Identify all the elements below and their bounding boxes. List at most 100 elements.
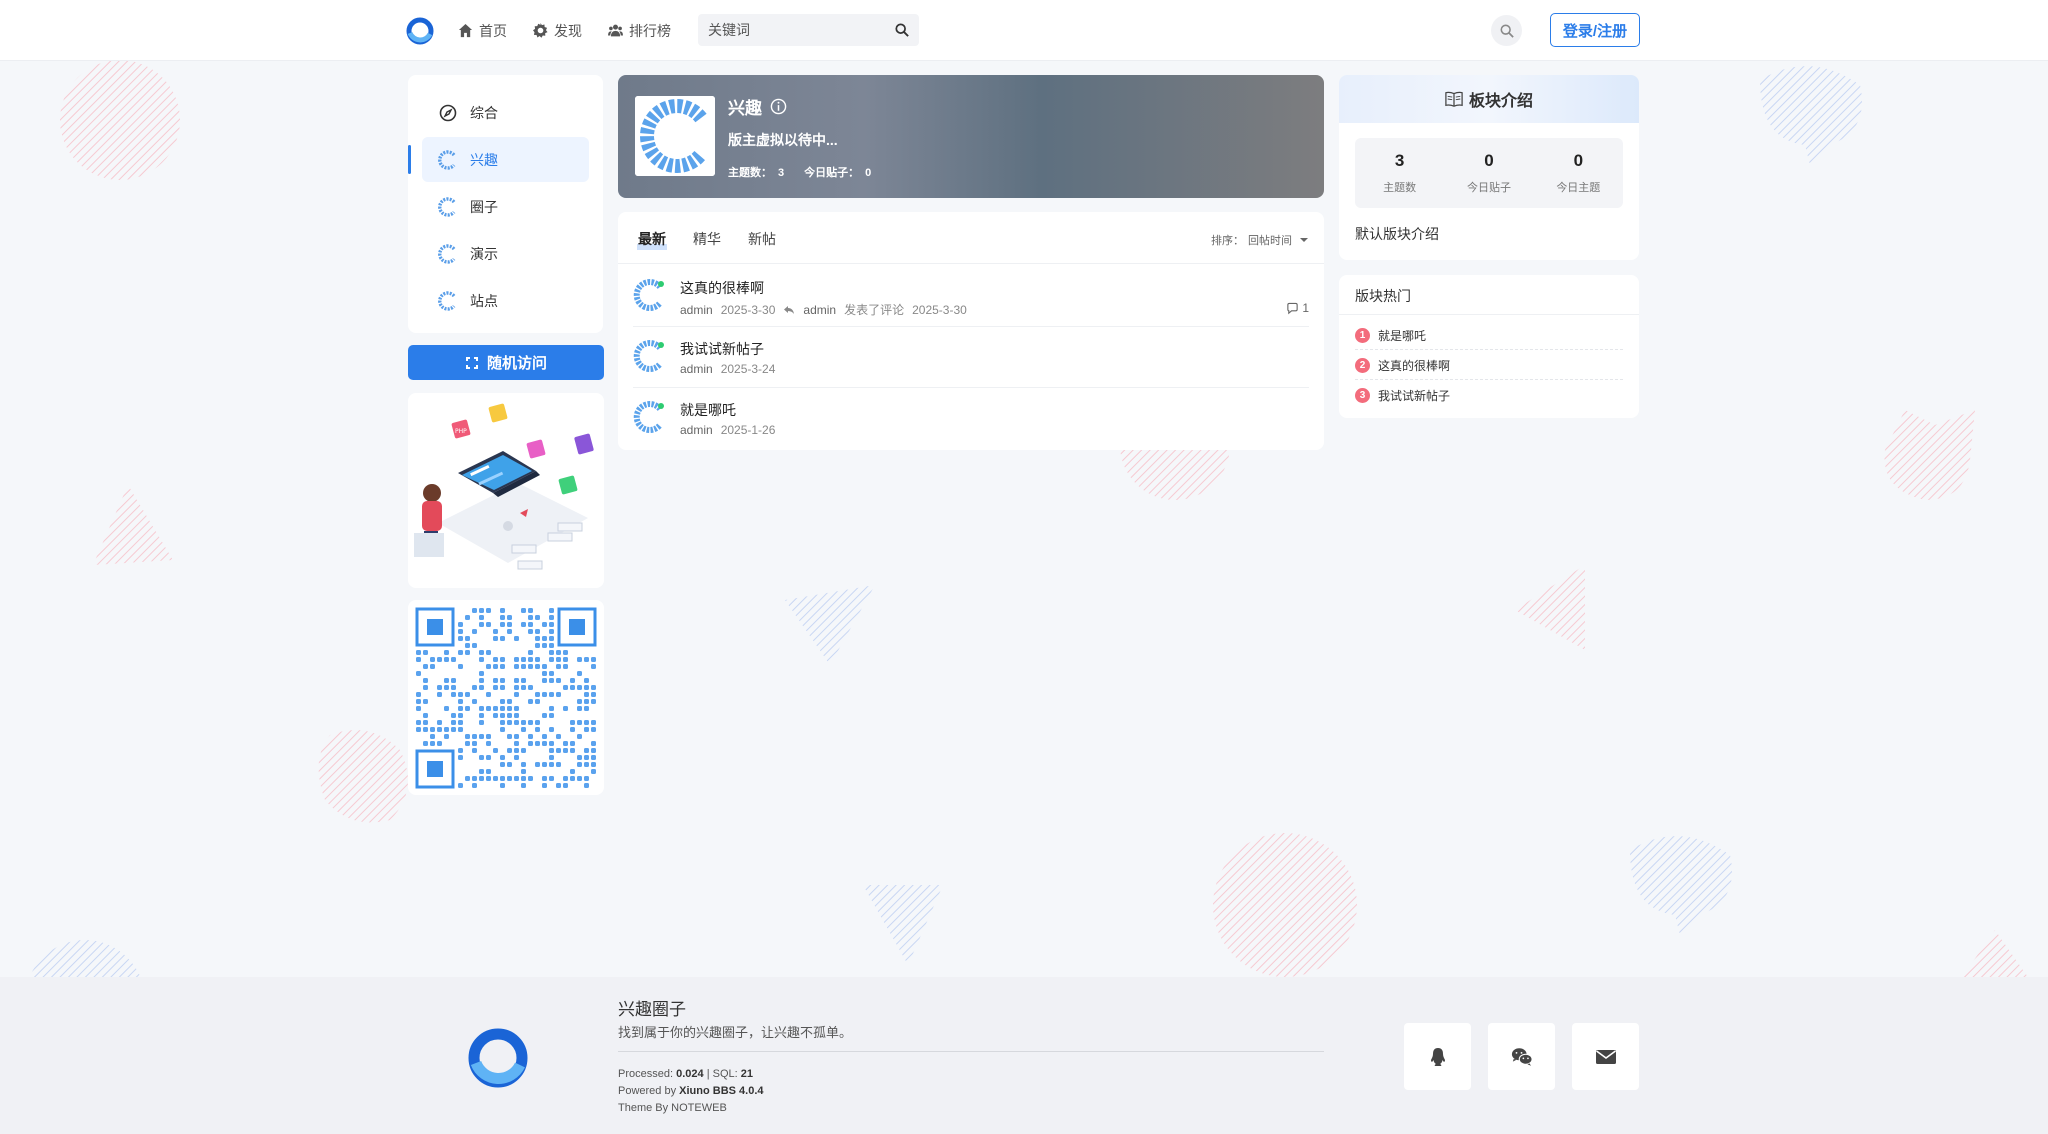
qr-module [528, 720, 533, 725]
compass-icon [439, 104, 457, 121]
qr-module [591, 769, 596, 774]
login-register-button[interactable]: 登录/注册 [1550, 13, 1640, 47]
info-icon[interactable] [770, 98, 787, 115]
stat-today-posts: 0 今日贴子 [1466, 151, 1511, 194]
tab-latest[interactable]: 最新 [637, 229, 667, 250]
qr-module [542, 762, 547, 767]
list-item[interactable]: 2 这真的很棒啊 [1355, 351, 1623, 380]
qr-module [507, 629, 512, 634]
qr-module [472, 783, 477, 788]
wechat-icon [1511, 1047, 1533, 1066]
table-row[interactable]: 就是哪吒 admin 2025-1-26 [633, 386, 1309, 446]
nav-discover[interactable]: 发现 [533, 21, 582, 41]
forum-intro-header: 板块介绍 [1339, 75, 1639, 123]
qr-module [591, 664, 596, 669]
qr-module [577, 755, 582, 760]
qr-module [444, 727, 449, 732]
qr-module [472, 629, 477, 634]
qr-module [570, 720, 575, 725]
qr-module [591, 685, 596, 690]
nav-ranking[interactable]: 排行榜 [608, 21, 671, 41]
deco-triangle-pink-3 [1960, 930, 2030, 980]
qr-module [563, 783, 568, 788]
hot-thread-title[interactable]: 这真的很棒啊 [1378, 357, 1450, 374]
list-item[interactable]: 3 我试试新帖子 [1355, 381, 1623, 410]
hot-thread-title[interactable]: 就是哪吒 [1378, 327, 1426, 344]
qr-module [535, 629, 540, 634]
sidebar-item-circle[interactable]: 圈子 [422, 184, 589, 229]
qq-penguin-icon [1430, 1047, 1445, 1066]
svg-text:PHP: PHP [455, 428, 467, 435]
qr-module [528, 622, 533, 627]
list-item[interactable]: 1 就是哪吒 [1355, 321, 1623, 350]
thread-title[interactable]: 这真的很棒啊 [680, 278, 764, 298]
deco-circle-pink [60, 60, 180, 180]
thread-author[interactable]: admin [680, 362, 713, 376]
table-row[interactable]: 我试试新帖子 admin 2025-3-24 [633, 325, 1309, 385]
sidebar-item-demo[interactable]: 演示 [422, 231, 589, 276]
qr-module [458, 706, 463, 711]
search-toggle-button[interactable] [1491, 15, 1522, 46]
sidebar-item-interest[interactable]: 兴趣 [408, 137, 589, 182]
sort-dropdown[interactable]: 排序： 回帖时间 [1211, 232, 1308, 248]
deco-blob-pink-2 [1884, 410, 1975, 500]
search-icon[interactable] [895, 23, 909, 37]
book-icon [1445, 91, 1463, 107]
qr-module [465, 776, 470, 781]
qr-module [591, 692, 596, 697]
site-logo-icon[interactable] [406, 17, 434, 45]
sidebar-item-all[interactable]: 综合 [422, 90, 589, 135]
search-input[interactable] [708, 14, 888, 46]
qr-module [549, 636, 554, 641]
deco-bubble-blue-2 [1630, 836, 1732, 935]
qr-module [591, 657, 596, 662]
nav-home[interactable]: 首页 [458, 21, 507, 41]
qr-module [507, 748, 512, 753]
reply-user[interactable]: admin [803, 303, 836, 317]
forum-logo-icon [438, 290, 456, 311]
footer: 兴趣圈子 找到属于你的兴趣圈子，让兴趣不孤单。 Processed: 0.024… [0, 977, 2048, 1134]
qr-module [556, 783, 561, 788]
qr-module [479, 622, 484, 627]
qr-module [577, 776, 582, 781]
table-row[interactable]: 这真的很棒啊 admin 2025-3-30 admin 发表了评论 2025-… [633, 264, 1309, 324]
qr-module [472, 643, 477, 648]
qr-module [479, 776, 484, 781]
thread-author[interactable]: admin [680, 423, 713, 437]
qr-module [542, 664, 547, 669]
avatar[interactable] [633, 278, 667, 312]
thread-author[interactable]: admin [680, 303, 713, 317]
qr-module [521, 720, 526, 725]
thread-title[interactable]: 就是哪吒 [680, 400, 736, 420]
random-visit-button[interactable]: 随机访问 [408, 345, 604, 380]
hot-threads-card: 版块热门 1 就是哪吒 2 这真的很棒啊 3 我试试新帖子 [1339, 275, 1639, 418]
qr-module [465, 706, 470, 711]
qr-module [458, 622, 463, 627]
qr-module [549, 741, 554, 746]
wechat-button[interactable] [1488, 1023, 1555, 1090]
sidebar-item-site[interactable]: 站点 [422, 278, 589, 323]
qr-module [423, 678, 428, 683]
qr-module [444, 706, 449, 711]
avatar[interactable] [633, 339, 667, 373]
thread-title[interactable]: 我试试新帖子 [680, 339, 764, 359]
reply-text: 发表了评论 [844, 303, 905, 317]
qr-module [577, 734, 582, 739]
hot-thread-title[interactable]: 我试试新帖子 [1378, 387, 1450, 404]
footer-theme[interactable]: Theme By NOTEWEB [618, 1100, 764, 1117]
tab-featured[interactable]: 精华 [693, 229, 721, 249]
sidebar-item-label: 站点 [470, 292, 498, 309]
qr-module [514, 776, 519, 781]
tab-new[interactable]: 新帖 [748, 229, 776, 249]
main-nav: 首页 发现 排行榜 [458, 0, 671, 61]
qr-module [549, 678, 554, 683]
qr-module [535, 741, 540, 746]
email-button[interactable] [1572, 1023, 1639, 1090]
hot-threads-title: 版块热门 [1355, 288, 1411, 304]
avatar[interactable] [633, 400, 667, 434]
qr-module [563, 650, 568, 655]
qr-module [514, 734, 519, 739]
qr-module [423, 720, 428, 725]
sort-value: 回帖时间 [1248, 235, 1292, 247]
qq-button[interactable] [1404, 1023, 1471, 1090]
